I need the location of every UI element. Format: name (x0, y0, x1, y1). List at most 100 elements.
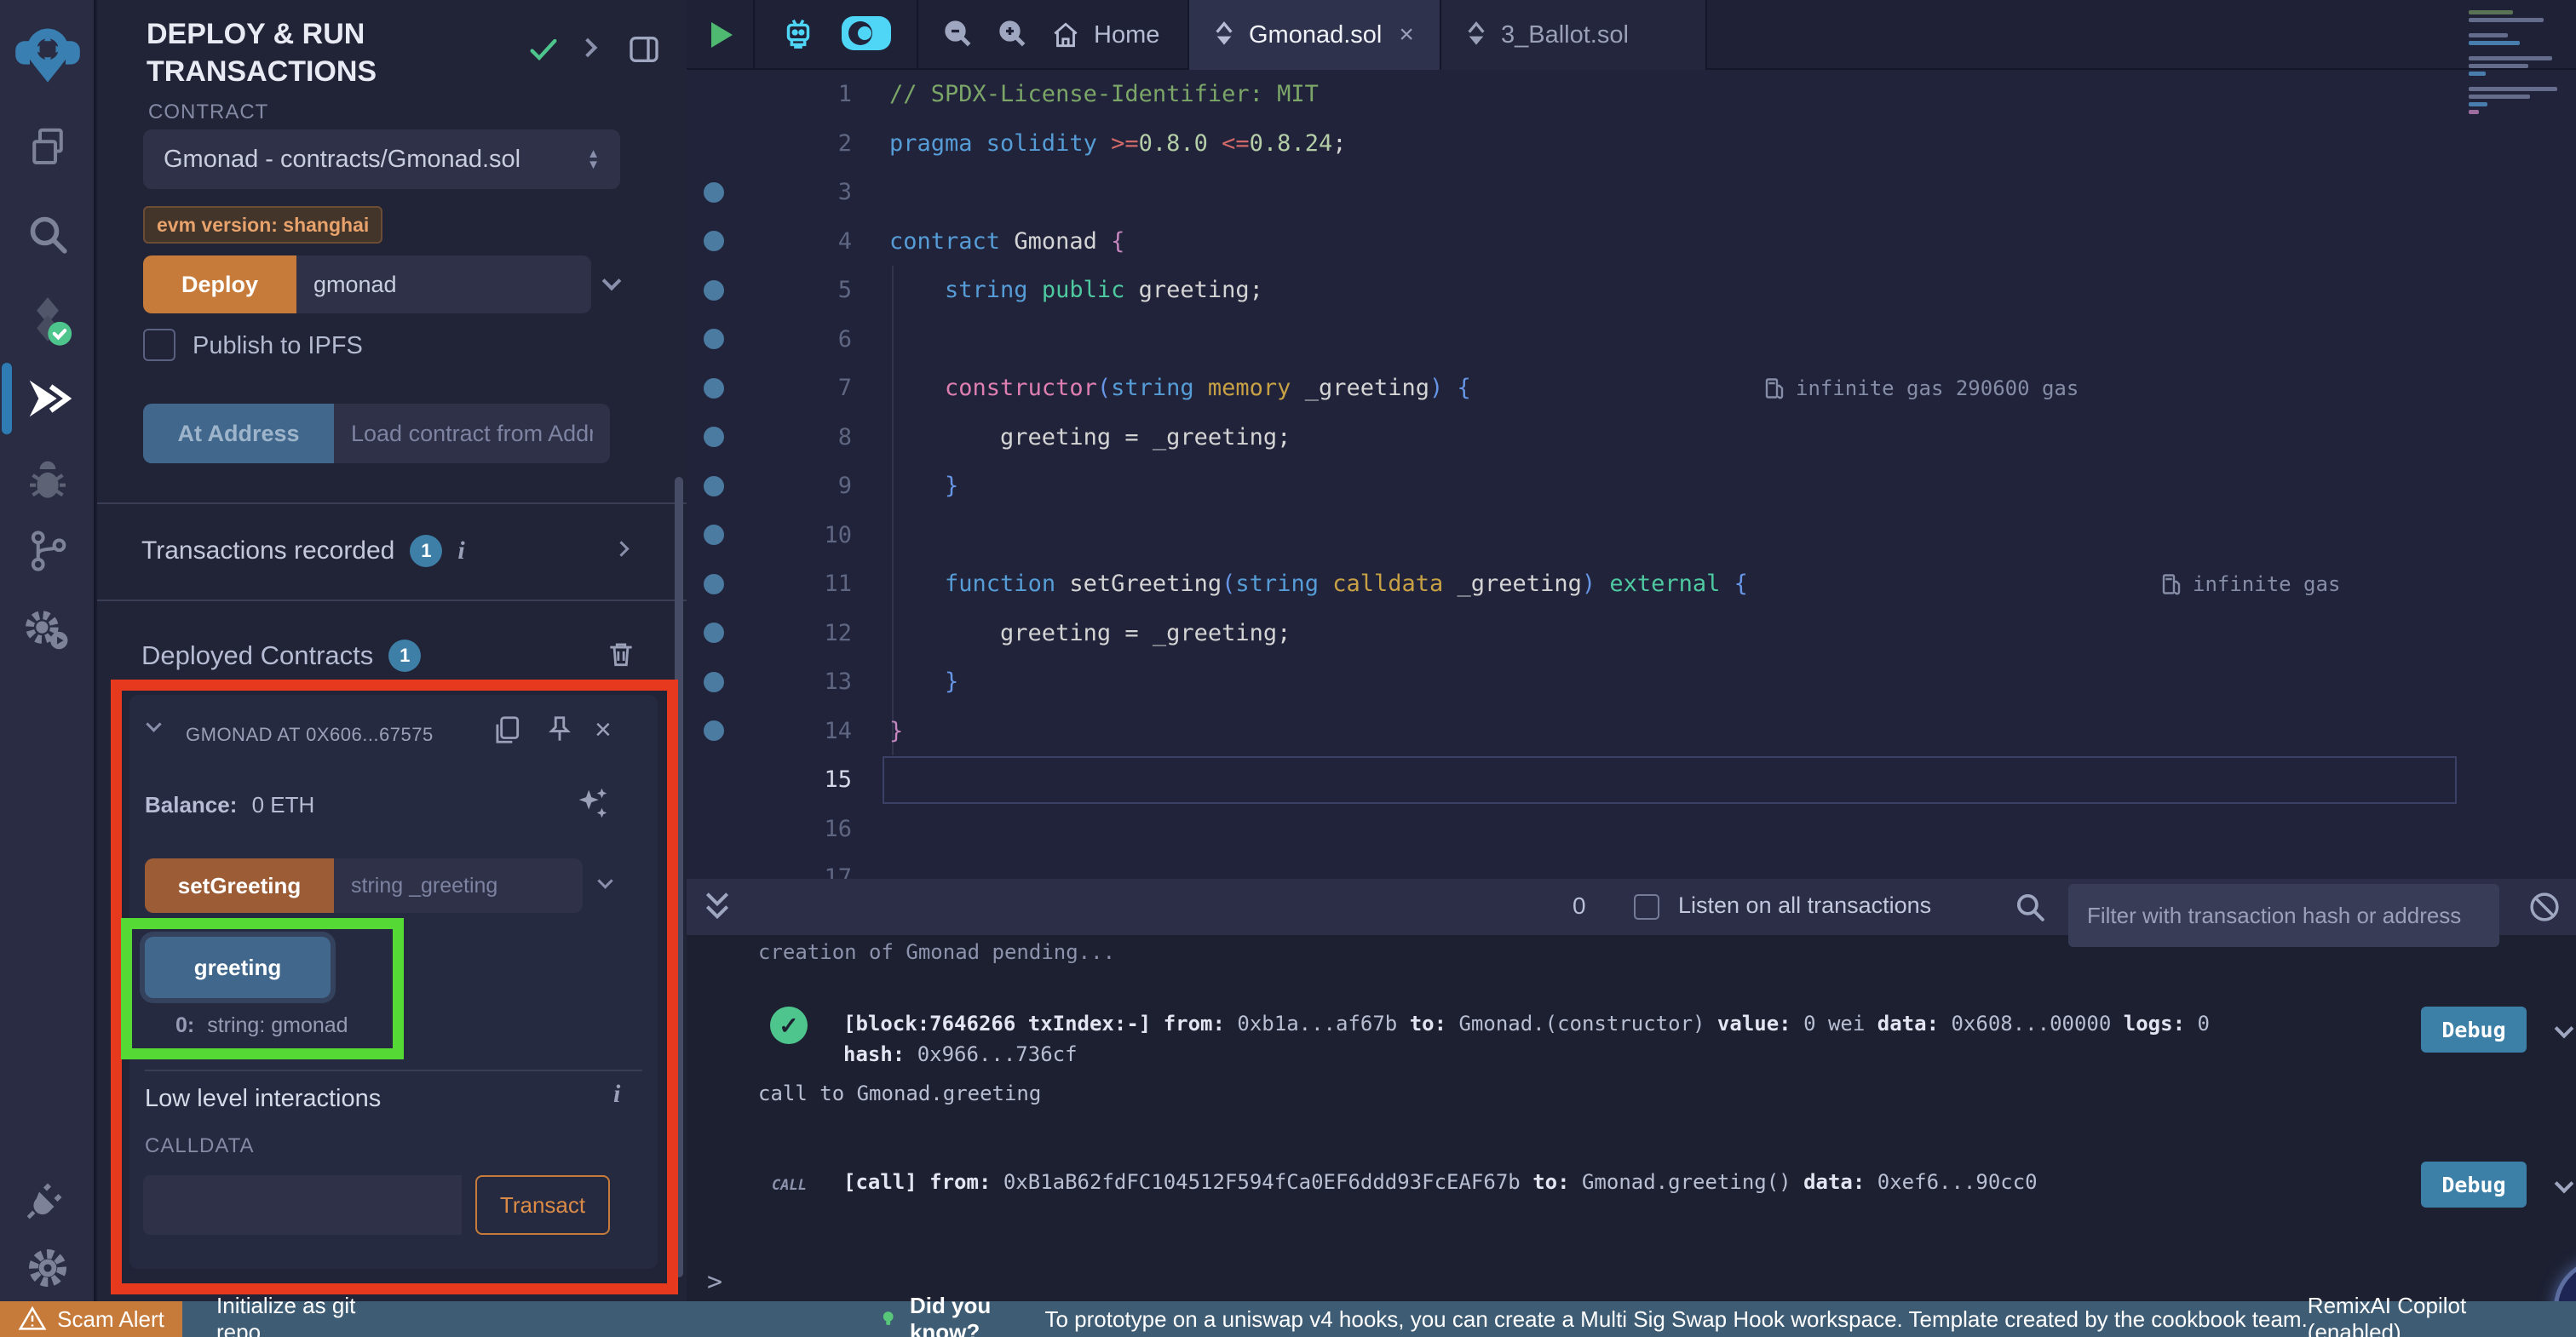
code-line[interactable]: 6 (687, 315, 2576, 364)
tx-expand-chevron-icon[interactable] (2557, 1177, 2571, 1195)
collapse-terminal-icon[interactable] (700, 888, 734, 927)
zoom-in-icon[interactable] (995, 16, 1029, 55)
code-line[interactable]: 10 (687, 511, 2576, 560)
tab-gmonad-sol[interactable]: Gmonad.sol × (1189, 0, 1441, 70)
gutter-dot-icon[interactable] (704, 280, 724, 301)
code-line[interactable]: 11 function setGreeting(string calldata … (687, 559, 2576, 609)
divider (97, 600, 687, 601)
debug-button[interactable]: Debug (2421, 1007, 2527, 1053)
code-line[interactable]: 4contract Gmonad { (687, 217, 2576, 267)
code-line[interactable]: 13 } (687, 657, 2576, 707)
code-line[interactable]: 9 } (687, 462, 2576, 511)
remove-contract-icon[interactable]: × (595, 715, 612, 744)
calldata-input[interactable] (143, 1175, 462, 1235)
files-icon[interactable] (0, 119, 95, 175)
terminal: 0 Listen on all transactions creation of… (687, 879, 2576, 1301)
info-icon: i (457, 537, 464, 565)
copilot-status[interactable]: RemixAI Copilot (enabled) (2308, 1293, 2559, 1337)
deploy-expand-chevron-icon[interactable] (605, 274, 618, 292)
code-line[interactable]: 7 constructor(string memory _greeting) {… (687, 364, 2576, 413)
transactions-recorded-row[interactable]: Transactions recorded 1 i (141, 530, 653, 572)
remix-logo-icon[interactable] (0, 15, 95, 92)
tx-log-line[interactable]: [block:7646266 txIndex:-] from: 0xb1a...… (843, 1012, 2210, 1036)
gutter-dot-icon[interactable] (704, 427, 724, 447)
run-script-button[interactable] (687, 0, 755, 70)
transactions-expand-chevron-icon[interactable] (616, 543, 627, 559)
tx-log-line[interactable]: [call] from: 0xB1aB62fdFC104512F594fCa0E… (843, 1170, 2038, 1194)
listen-all-checkbox[interactable] (1634, 894, 1659, 920)
code-line[interactable]: 15 (687, 755, 2576, 805)
ai-copilot-toggle[interactable] (840, 14, 893, 56)
code-line[interactable]: 8 greeting = _greeting; (687, 413, 2576, 462)
code-line[interactable]: 2pragma solidity >=0.8.0 <=0.8.24; (687, 119, 2576, 169)
at-address-button[interactable]: At Address (143, 404, 334, 463)
gutter-dot-icon[interactable] (704, 329, 724, 349)
panel-scrollbar[interactable] (675, 477, 683, 1277)
code-line[interactable]: 1// SPDX-License-Identifier: MIT (687, 70, 2576, 119)
git-init-button[interactable]: Initialize as git repo (216, 1293, 401, 1337)
greeting-button[interactable]: greeting (145, 937, 331, 998)
code-line[interactable]: 5 string public greeting; (687, 266, 2576, 315)
setgreeting-args-input[interactable] (334, 858, 583, 913)
gutter-dot-icon[interactable] (704, 378, 724, 399)
code-line[interactable]: 14} (687, 707, 2576, 756)
setgreeting-button[interactable]: setGreeting (145, 858, 334, 913)
filter-transactions-input[interactable] (2068, 884, 2499, 947)
pin-panel-icon[interactable] (627, 32, 661, 71)
tx-success-check-icon: ✓ (770, 1007, 808, 1044)
git-icon[interactable] (0, 523, 95, 579)
deploy-args-input[interactable] (296, 255, 591, 313)
code-line[interactable]: 17 (687, 853, 2576, 879)
editor-minimap[interactable] (2469, 10, 2564, 118)
settings-gear-icon[interactable] (0, 1240, 95, 1296)
tx-expand-chevron-icon[interactable] (2557, 1022, 2571, 1040)
collapse-contract-chevron-icon[interactable] (148, 719, 159, 734)
gutter-dot-icon[interactable] (704, 623, 724, 643)
gutter-dot-icon[interactable] (704, 672, 724, 692)
setgreeting-expand-chevron-icon[interactable] (600, 875, 611, 891)
copy-address-icon[interactable] (491, 714, 523, 750)
debugger-bug-icon[interactable] (0, 453, 95, 509)
search-icon[interactable] (0, 206, 95, 262)
debug-button[interactable]: Debug (2421, 1162, 2527, 1208)
line-number: 6 (741, 326, 852, 353)
code-line[interactable]: 16 (687, 805, 2576, 854)
gutter-dot-icon[interactable] (704, 476, 724, 496)
trash-icon[interactable] (605, 638, 637, 674)
publish-ipfs-checkbox[interactable] (143, 329, 175, 361)
at-address-input[interactable] (334, 404, 610, 463)
zoom-out-icon[interactable] (940, 16, 975, 55)
pin-contract-icon[interactable] (543, 714, 576, 750)
tx-log-line[interactable]: hash: 0x966...736cf (843, 1042, 1078, 1066)
plug-icon[interactable] (0, 1168, 95, 1228)
publish-ipfs-label: Publish to IPFS (193, 332, 363, 360)
clear-console-ban-icon[interactable] (2527, 889, 2562, 929)
solidity-compiler-icon[interactable] (0, 290, 95, 349)
code-line[interactable]: 3 (687, 168, 2576, 217)
deploy-and-run-icon[interactable] (0, 368, 95, 429)
gutter-dot-icon[interactable] (704, 720, 724, 741)
ai-assistant-robot-icon[interactable] (779, 14, 818, 57)
gutter-dot-icon[interactable] (704, 231, 724, 251)
transact-button[interactable]: Transact (475, 1175, 610, 1235)
panel-expand-chevron-icon[interactable] (581, 41, 595, 59)
code-line[interactable]: 12 greeting = _greeting; (687, 609, 2576, 658)
balance-label: Balance: (145, 792, 237, 818)
plugin-manager-icon[interactable] (0, 601, 95, 661)
tab-3-ballot-sol[interactable]: 3_Ballot.sol (1441, 0, 1707, 70)
contract-instance-label: GMONAD AT 0X606...67575 (186, 724, 480, 746)
contract-select[interactable]: Gmonad - contracts/Gmonad.sol ▲▼ (143, 129, 620, 189)
terminal-prompt[interactable]: > (707, 1267, 722, 1297)
ai-sparkles-icon[interactable] (572, 783, 612, 827)
code-lines[interactable]: 1// SPDX-License-Identifier: MIT2pragma … (687, 70, 2576, 879)
line-number: 12 (741, 620, 852, 646)
search-icon[interactable] (2012, 889, 2048, 929)
scam-alert-button[interactable]: Scam Alert (0, 1301, 182, 1337)
gutter-dot-icon[interactable] (704, 182, 724, 203)
deploy-button[interactable]: Deploy (143, 255, 296, 313)
close-tab-icon[interactable]: × (1399, 20, 1414, 49)
gutter-dot-icon[interactable] (704, 574, 724, 594)
tab-home[interactable]: Home (1049, 19, 1159, 51)
gutter-dot-icon[interactable] (704, 525, 724, 545)
deploy-run-panel: DEPLOY & RUN TRANSACTIONS CONTRACT Gmona… (97, 0, 687, 1301)
